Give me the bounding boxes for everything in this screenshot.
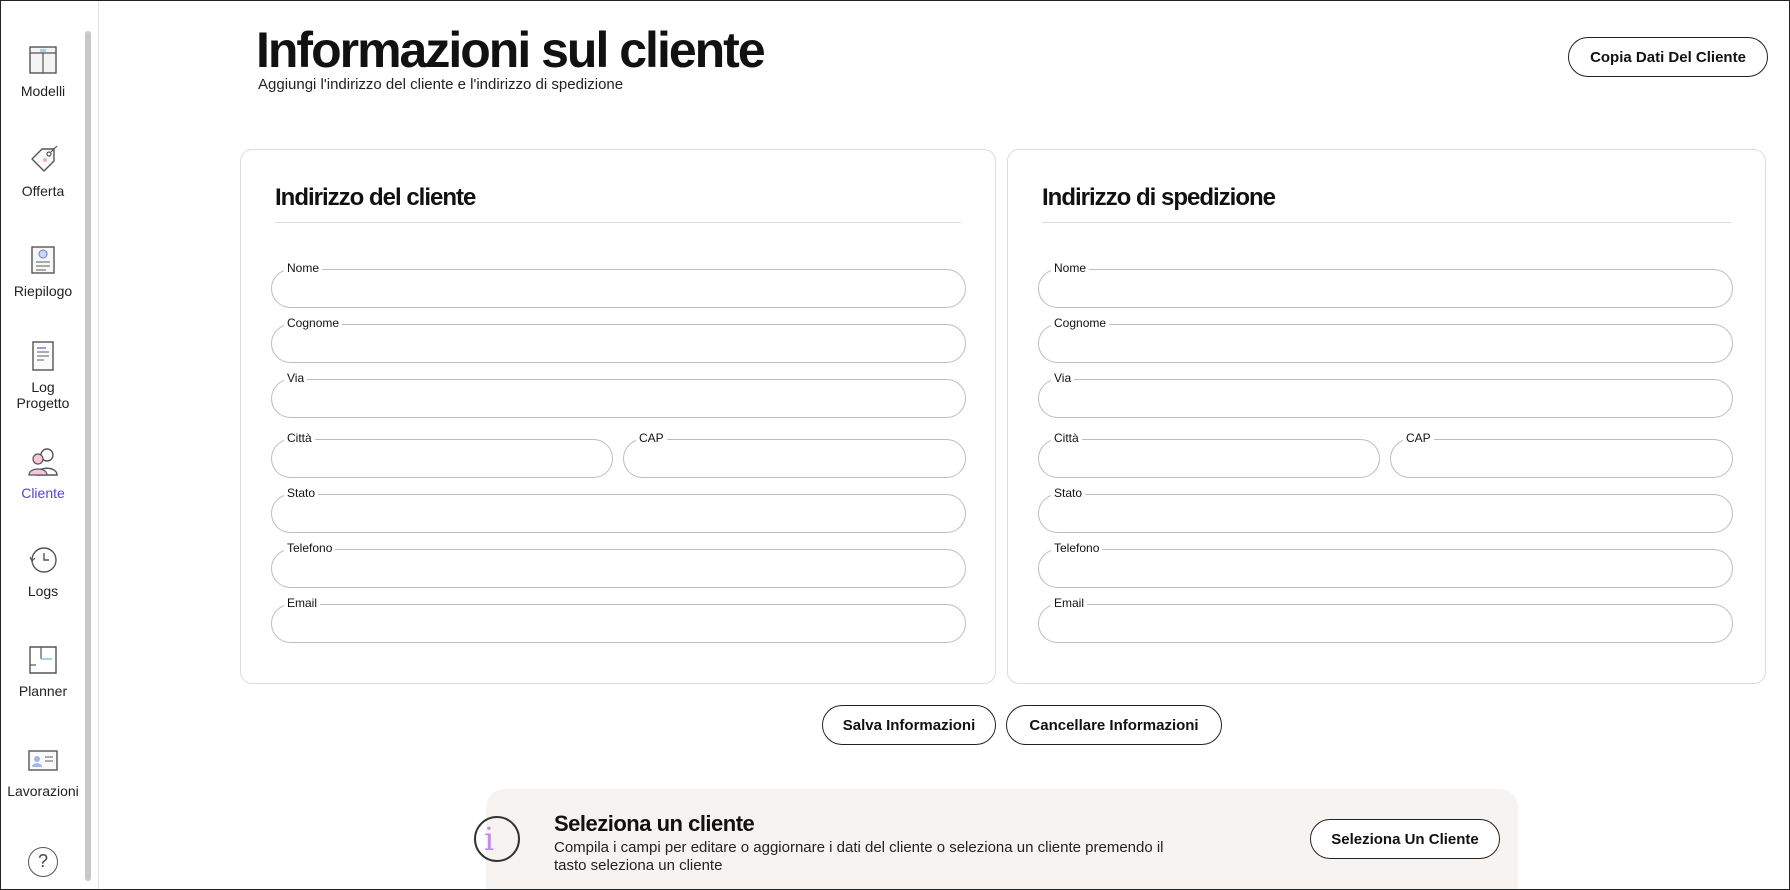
cap-input[interactable] (638, 449, 951, 469)
field-label: Cognome (1051, 316, 1110, 330)
card-title: Indirizzo di spedizione (1042, 184, 1276, 211)
help-icon[interactable]: ? (28, 847, 58, 877)
cognome-field[interactable]: Cognome (271, 316, 966, 363)
stato-input[interactable] (286, 504, 951, 524)
project-log-icon (32, 341, 54, 371)
citta-field[interactable]: Città (271, 431, 613, 478)
shipping-via-field[interactable]: Via (1038, 371, 1733, 418)
field-label: Cognome (284, 316, 343, 330)
sidebar-item-riepilogo[interactable]: Riepilogo (1, 243, 85, 299)
field-label: Via (284, 371, 308, 385)
sidebar-item-label: Offerta (21, 183, 65, 199)
shipping-telefono-field[interactable]: Telefono (1038, 541, 1733, 588)
customer-address-card: Indirizzo del cliente Nome Cognome Via C… (240, 149, 996, 684)
shipping-citta-field[interactable]: Città (1038, 431, 1380, 478)
sidebar-scrollbar[interactable] (85, 31, 91, 881)
template-icon (29, 46, 57, 74)
sidebar-item-label: Cliente (21, 485, 65, 501)
history-clock-icon (29, 547, 57, 573)
field-label: Email (1051, 596, 1088, 610)
sidebar-item-offerta[interactable]: Offerta (1, 143, 85, 199)
shipping-citta-input[interactable] (1053, 449, 1365, 469)
email-input[interactable] (286, 614, 951, 634)
sidebar-item-planner[interactable]: Planner (1, 643, 85, 699)
sidebar-item-logs[interactable]: Logs (1, 543, 85, 599)
sidebar-item-label: Modelli (20, 83, 66, 99)
sidebar-item-cliente[interactable]: Cliente (1, 445, 85, 501)
summary-document-icon (31, 246, 55, 274)
sidebar-item-label: Lavorazioni (7, 783, 79, 799)
shipping-stato-field[interactable]: Stato (1038, 486, 1733, 533)
shipping-cognome-input[interactable] (1053, 334, 1718, 354)
field-label: Nome (284, 261, 323, 275)
sidebar-item-label: Riepilogo (13, 283, 73, 299)
banner-description: Compila i campi per editare o aggiornare… (554, 839, 1164, 874)
nome-input[interactable] (286, 279, 951, 299)
floor-planner-icon (29, 646, 57, 674)
info-glyph: i (484, 820, 495, 858)
field-label: Telefono (284, 541, 336, 555)
card-title: Indirizzo del cliente (275, 184, 476, 211)
telefono-input[interactable] (286, 559, 951, 579)
select-client-banner: i Seleziona un cliente Compila i campi p… (474, 789, 1518, 889)
shipping-cognome-field[interactable]: Cognome (1038, 316, 1733, 363)
field-label: CAP (636, 431, 667, 445)
select-client-button[interactable]: Seleziona Un Cliente (1310, 819, 1500, 859)
cognome-input[interactable] (286, 334, 951, 354)
shipping-nome-field[interactable]: Nome (1038, 261, 1733, 308)
work-card-icon (28, 750, 58, 771)
field-label: Stato (1051, 486, 1086, 500)
field-label: Città (1051, 431, 1082, 445)
sidebar-item-label: Log Progetto (16, 379, 70, 411)
field-label: Via (1051, 371, 1075, 385)
shipping-email-input[interactable] (1053, 614, 1718, 634)
shipping-stato-input[interactable] (1053, 504, 1718, 524)
sidebar-item-label: Logs (27, 583, 59, 599)
shipping-nome-input[interactable] (1053, 279, 1718, 299)
page-title: Informazioni sul cliente (256, 22, 766, 78)
client-users-icon (28, 448, 58, 476)
sidebar: Modelli Offerta Riepilogo Log Progetto C… (1, 1, 99, 889)
field-label: Email (284, 596, 321, 610)
shipping-telefono-input[interactable] (1053, 559, 1718, 579)
info-icon: i (474, 816, 520, 862)
via-input[interactable] (286, 389, 951, 409)
page-subtitle: Aggiungi l'indirizzo del cliente e l'ind… (258, 76, 624, 93)
shipping-cap-field[interactable]: CAP (1390, 431, 1733, 478)
field-label: Telefono (1051, 541, 1103, 555)
banner-title: Seleziona un cliente (554, 811, 755, 836)
email-field[interactable]: Email (271, 596, 966, 643)
field-label: Nome (1051, 261, 1090, 275)
divider (1042, 222, 1731, 223)
sidebar-item-modelli[interactable]: Modelli (1, 43, 85, 99)
cap-field[interactable]: CAP (623, 431, 966, 478)
telefono-field[interactable]: Telefono (271, 541, 966, 588)
sidebar-item-lavorazioni[interactable]: Lavorazioni (1, 743, 85, 799)
stato-field[interactable]: Stato (271, 486, 966, 533)
sidebar-item-log-progetto[interactable]: Log Progetto (1, 339, 85, 411)
citta-input[interactable] (286, 449, 598, 469)
field-label: CAP (1403, 431, 1434, 445)
divider (275, 222, 961, 223)
clear-info-button[interactable]: Cancellare Informazioni (1006, 705, 1222, 745)
sidebar-item-label: Planner (18, 683, 68, 699)
shipping-via-input[interactable] (1053, 389, 1718, 409)
via-field[interactable]: Via (271, 371, 966, 418)
shipping-address-card: Indirizzo di spedizione Nome Cognome Via… (1007, 149, 1766, 684)
field-label: Stato (284, 486, 319, 500)
price-tag-icon (31, 145, 58, 172)
nome-field[interactable]: Nome (271, 261, 966, 308)
shipping-cap-input[interactable] (1405, 449, 1718, 469)
copy-client-data-button[interactable]: Copia Dati Del Cliente (1568, 37, 1768, 77)
save-info-button[interactable]: Salva Informazioni (822, 705, 996, 745)
shipping-email-field[interactable]: Email (1038, 596, 1733, 643)
field-label: Città (284, 431, 315, 445)
